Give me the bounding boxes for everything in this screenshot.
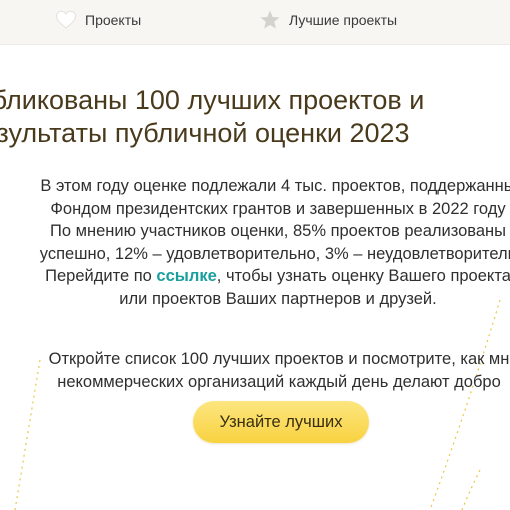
heart-icon: [55, 9, 77, 31]
results-link[interactable]: ссылке: [156, 267, 216, 285]
nav-projects[interactable]: Проекты: [55, 9, 141, 31]
intro-paragraph: В этом году оценке подлежали 4 тыс. прое…: [0, 175, 510, 310]
intro-line: По мнению участников оценки, 85% проекто…: [50, 222, 506, 240]
top-navigation-bar: Проекты Лучшие проекты: [0, 0, 510, 45]
nav-projects-label: Проекты: [85, 12, 142, 28]
intro-line: успешно, 12% – удовлетворительно, 3% – н…: [39, 244, 510, 263]
intro-text: Перейдите по: [45, 267, 157, 285]
title-line-2: езультаты публичной оценки 2023: [0, 118, 410, 148]
page-title: убликованы 100 лучших проектов и езульта…: [0, 84, 510, 150]
intro-line: Фондом президентских грантов и завершенн…: [50, 199, 506, 218]
nav-best-label: Лучшие проекты: [289, 12, 398, 28]
title-line-1: убликованы 100 лучших проектов и: [0, 85, 425, 115]
cta-line: некоммерческих организаций каждый день д…: [57, 372, 501, 391]
star-icon: [259, 9, 281, 31]
intro-line-with-link: Перейдите по ссылке, чтобы узнать оценку…: [0, 265, 510, 288]
intro-text: , чтобы узнать оценку Вашего проекта: [216, 267, 510, 285]
intro-line: В этом году оценке подлежали 4 тыс. прое…: [40, 177, 510, 195]
nav-best-projects[interactable]: Лучшие проекты: [259, 9, 397, 31]
intro-line: или проектов Ваших партнеров и друзей.: [119, 289, 437, 308]
cta-line: Откройте список 100 лучших проектов и по…: [48, 350, 510, 368]
discover-best-button[interactable]: Узнайте лучших: [193, 401, 369, 443]
cta-paragraph: Откройте список 100 лучших проектов и по…: [0, 348, 510, 393]
